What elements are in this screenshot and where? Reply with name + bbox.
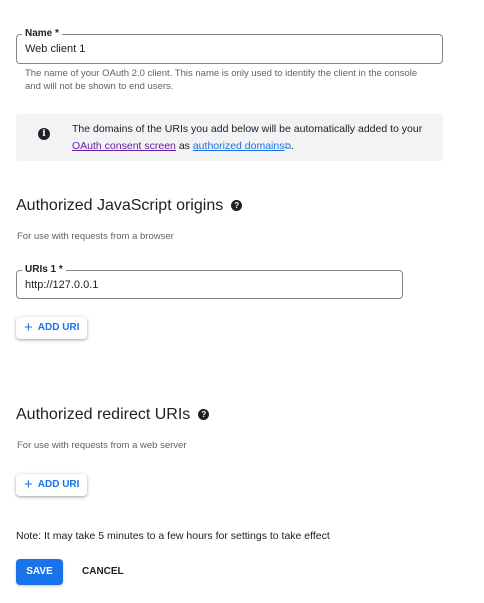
- info-text-start: The domains of the URIs you add below wi…: [72, 123, 423, 135]
- authorized-domains-link[interactable]: authorized domains: [193, 140, 285, 152]
- oauth-consent-screen-link[interactable]: OAuth consent screen: [72, 140, 176, 152]
- add-js-origin-uri-label: ADD URI: [37, 322, 80, 333]
- uri-field-1-label: URIs 1 *: [22, 264, 66, 276]
- info-banner: i The domains of the URIs you add below …: [16, 114, 443, 161]
- name-field[interactable]: Name * Web client 1: [16, 28, 443, 64]
- js-origins-title: Authorized JavaScript origins?: [16, 196, 243, 216]
- uri-field-1-value[interactable]: http://127.0.0.1: [25, 278, 98, 292]
- plus-icon: +: [24, 476, 33, 493]
- uri-field-1[interactable]: URIs 1 * http://127.0.0.1: [16, 264, 403, 299]
- add-redirect-uri-label: ADD URI: [37, 479, 80, 490]
- cancel-button[interactable]: CANCEL: [74, 559, 132, 585]
- info-text-middle: as: [178, 140, 190, 152]
- name-field-help: The name of your OAuth 2.0 client. This …: [25, 68, 418, 92]
- add-js-origin-uri-button[interactable]: + ADD URI: [16, 317, 88, 339]
- info-text-end: .: [290, 140, 294, 152]
- plus-icon: +: [24, 319, 33, 336]
- info-text: The domains of the URIs you add below wi…: [72, 121, 432, 155]
- js-origins-help: For use with requests from a browser: [17, 231, 174, 242]
- save-button[interactable]: SAVE: [16, 559, 63, 585]
- redirect-uris-help: For use with requests from a web server: [17, 440, 187, 451]
- help-icon[interactable]: ?: [231, 200, 243, 211]
- add-redirect-uri-button[interactable]: + ADD URI: [16, 474, 88, 496]
- js-origins-title-text: Authorized JavaScript origins: [16, 197, 224, 214]
- name-field-label: Name *: [22, 28, 62, 40]
- redirect-uris-title: Authorized redirect URIs?: [16, 405, 210, 425]
- name-field-value[interactable]: Web client 1: [25, 42, 85, 56]
- help-icon[interactable]: ?: [198, 409, 210, 420]
- redirect-uris-title-text: Authorized redirect URIs: [16, 406, 191, 423]
- settings-note: Note: It may take 5 minutes to a few hou…: [16, 530, 330, 542]
- info-icon: i: [38, 128, 50, 140]
